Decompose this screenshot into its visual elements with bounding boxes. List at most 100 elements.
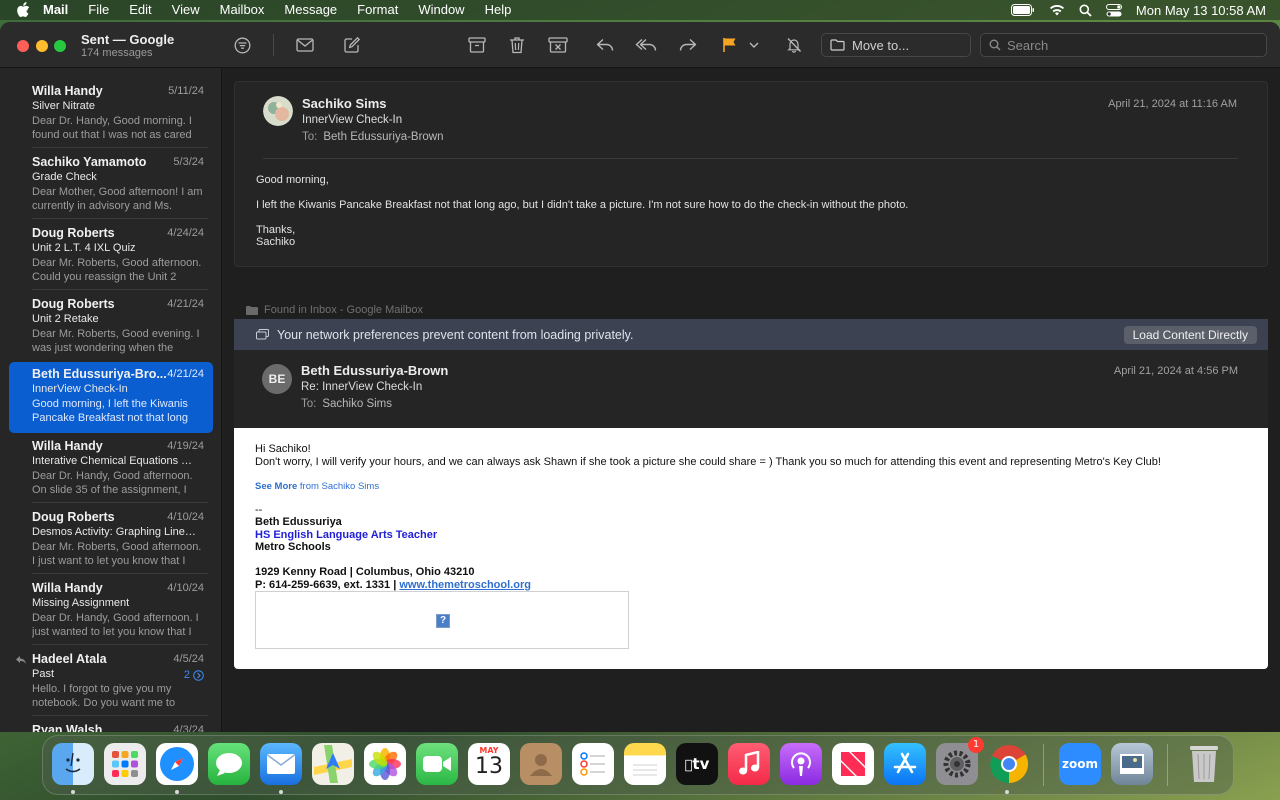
dock-music[interactable] <box>728 743 770 785</box>
menu-message[interactable]: Message <box>274 0 347 20</box>
dock-maps[interactable] <box>312 743 354 785</box>
message-sender-name[interactable]: Sachiko Sims <box>302 96 387 111</box>
delete-button[interactable] <box>505 34 529 56</box>
move-to-label: Move to... <box>852 37 910 53</box>
junk-button[interactable] <box>546 34 570 56</box>
flag-menu-button[interactable] <box>744 34 764 56</box>
running-indicator <box>175 790 179 794</box>
signature-website-link[interactable]: www.themetroschool.org <box>399 579 531 591</box>
message-list-item[interactable]: Willa Handy 4/19/24 Interative Chemical … <box>9 434 213 503</box>
menu-view[interactable]: View <box>162 0 210 20</box>
search-input[interactable] <box>1007 37 1247 53</box>
spotlight-search-icon[interactable] <box>1079 4 1092 17</box>
compose-button[interactable] <box>340 34 364 56</box>
dock-contacts[interactable] <box>520 743 562 785</box>
message-sender: Doug Roberts <box>32 226 115 240</box>
message-subject: Past <box>32 668 55 680</box>
dock-tv[interactable]: tv <box>676 743 718 785</box>
dock-preview[interactable] <box>1111 743 1153 785</box>
control-center-icon[interactable] <box>1105 3 1122 17</box>
to-label: To: <box>302 131 318 143</box>
message-list-item[interactable]: Sachiko Yamamoto 5/3/24 Grade Check Dear… <box>9 150 213 219</box>
move-to-button[interactable]: Move to... <box>821 33 971 57</box>
message-recipients: To: Beth Edussuriya-Brown <box>302 131 444 143</box>
mail-window: Sent — Google 174 messages Move to... Se… <box>0 22 1280 732</box>
message-subject: Re: InnerView Check-In <box>301 381 423 393</box>
dock-mail[interactable] <box>260 743 302 785</box>
message-list-item[interactable]: Hadeel Atala 4/5/24 2 Past Hello. I forg… <box>9 647 213 716</box>
reply-button[interactable] <box>593 34 617 56</box>
reply-all-button[interactable] <box>634 34 658 56</box>
menu-help[interactable]: Help <box>475 0 522 20</box>
get-mail-button[interactable] <box>293 34 317 56</box>
menu-edit[interactable]: Edit <box>119 0 161 20</box>
dock-system-settings[interactable]: 1 <box>936 737 984 785</box>
sender-avatar[interactable] <box>263 96 293 126</box>
dock-chrome[interactable] <box>988 743 1030 785</box>
dock-photos[interactable] <box>364 743 406 785</box>
dock-zoom[interactable]: zoom <box>1059 743 1101 785</box>
dock-facetime[interactable] <box>416 743 458 785</box>
apple-menu-icon[interactable] <box>0 2 39 18</box>
dock-news[interactable] <box>832 743 874 785</box>
message-body-line: Hi Sachiko! <box>255 443 311 455</box>
list-divider <box>32 147 208 148</box>
message-preview: Dear Mr. Roberts, Good evening. I was ju… <box>32 328 200 354</box>
zoom-window-button[interactable] <box>54 40 66 52</box>
message-date: 4/19/24 <box>167 440 204 452</box>
message-preview: Dear Mr. Roberts, Good afternoon. Could … <box>32 257 202 283</box>
message-list[interactable]: Willa Handy 5/11/24 Silver Nitrate Dear … <box>0 68 222 732</box>
minimize-window-button[interactable] <box>36 40 48 52</box>
sender-avatar-initials[interactable]: BE <box>262 364 292 394</box>
menu-clock[interactable]: Mon May 13 10:58 AM <box>1136 3 1266 18</box>
dock-reminders[interactable] <box>572 743 614 785</box>
message-card-original: Sachiko Sims InnerView Check-In To: Beth … <box>234 81 1268 267</box>
see-more-label: See More <box>255 481 298 492</box>
menu-app-name[interactable]: Mail <box>39 0 78 20</box>
dock-safari[interactable] <box>156 743 198 785</box>
message-sender-name[interactable]: Beth Edussuriya-Brown <box>301 363 448 378</box>
thread-count-badge[interactable]: 2 <box>184 669 204 681</box>
message-list-item[interactable]: Willa Handy 5/11/24 Silver Nitrate Dear … <box>9 79 213 148</box>
message-list-item[interactable]: Doug Roberts 4/24/24 Unit 2 L.T. 4 IXL Q… <box>9 221 213 290</box>
menu-format[interactable]: Format <box>347 0 408 20</box>
signature-phone-line: P: 614-259-6639, ext. 1331 | www.themetr… <box>255 579 531 592</box>
battery-icon[interactable] <box>1010 4 1035 16</box>
gear-icon <box>943 750 971 778</box>
message-list-item[interactable]: Doug Roberts 4/21/24 Unit 2 Retake Dear … <box>9 292 213 361</box>
message-preview: Dear Mr. Roberts, Good afternoon. I just… <box>32 541 202 567</box>
wifi-icon[interactable] <box>1049 4 1065 16</box>
bell-slash-icon <box>787 38 801 53</box>
recipient-name[interactable]: Sachiko Sims <box>322 398 392 410</box>
menu-window[interactable]: Window <box>408 0 474 20</box>
see-more-link[interactable]: See More from Sachiko Sims <box>255 481 379 494</box>
recipient-name[interactable]: Beth Edussuriya-Brown <box>323 131 443 143</box>
maps-icon <box>314 745 352 783</box>
message-list-item-selected[interactable]: Beth Edussuriya-Bro... 4/21/24 InnerView… <box>9 362 213 433</box>
message-list-item[interactable]: Willa Handy 4/10/24 Missing Assignment D… <box>9 576 213 645</box>
dock-podcasts[interactable] <box>780 743 822 785</box>
mute-button[interactable] <box>782 34 806 56</box>
message-sender: Ryan Walsh <box>32 723 103 732</box>
load-content-directly-button[interactable]: Load Content Directly <box>1123 326 1257 344</box>
message-list-item[interactable]: Ryan Walsh 4/3/24 <box>9 718 213 732</box>
message-subject: Desmos Activity: Graphing Linear... <box>32 526 197 538</box>
dock-messages[interactable] <box>208 743 250 785</box>
menu-mailbox[interactable]: Mailbox <box>210 0 275 20</box>
filter-button[interactable] <box>230 34 254 56</box>
dock-app-store[interactable] <box>884 743 926 785</box>
search-field[interactable] <box>980 33 1267 57</box>
close-window-button[interactable] <box>17 40 29 52</box>
dock-launchpad[interactable] <box>104 743 146 785</box>
dock-calendar[interactable]: MAY 13 <box>468 743 510 785</box>
message-subject: Grade Check <box>32 171 97 183</box>
menu-file[interactable]: File <box>78 0 119 20</box>
archive-button[interactable] <box>465 34 489 56</box>
dock-trash[interactable] <box>1183 743 1225 785</box>
message-list-item[interactable]: Doug Roberts 4/10/24 Desmos Activity: Gr… <box>9 505 213 574</box>
dock-notes[interactable] <box>624 743 666 785</box>
dock-finder[interactable] <box>52 743 94 785</box>
flag-button[interactable] <box>718 34 742 56</box>
forward-button[interactable] <box>676 34 700 56</box>
message-body-line: Good morning, <box>256 174 329 186</box>
